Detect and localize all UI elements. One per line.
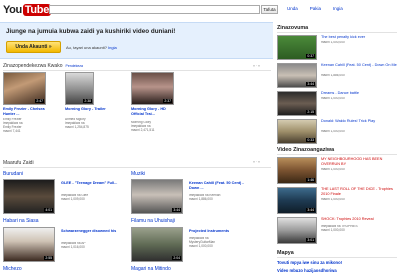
- featured-video-meta-2: Ahmed Mglory imepakiwa na maoni 1,254,87…: [65, 118, 89, 129]
- category-sports[interactable]: Michezo: [3, 266, 22, 272]
- category-film[interactable]: Filamu na Uhuishaji: [131, 218, 175, 224]
- popular-section-title: Maarufu Zaidi: [3, 160, 34, 166]
- sidebar-featured-meta-2: maoni 1,000,000: [321, 198, 345, 201]
- sidebar-popular-thumb-2[interactable]: 3:44: [277, 63, 317, 88]
- sidebar-featured-title-1[interactable]: MY NEIGHBOURHOOD HAS BEEN OVERRUN BY: [321, 157, 397, 167]
- search-button[interactable]: Tafuta: [261, 5, 278, 14]
- featured-title-text: Zinazopendekezwa Kwako: [3, 63, 63, 69]
- featured-video-thumb-1[interactable]: 2:47: [3, 72, 46, 105]
- duration-badge: 3:01: [306, 238, 315, 242]
- duration-badge: 2:15: [306, 110, 315, 114]
- category-video-title-4[interactable]: Projected Instruments: [189, 229, 249, 235]
- sidebar-popular-thumb-3[interactable]: 2:15: [277, 91, 317, 116]
- header-links: Unda Pakia Ingia: [287, 6, 343, 11]
- category-video-meta-4: imepakiwa na MysteryGuitarMan maoni 1,00…: [189, 237, 216, 248]
- duration-badge: 3:44: [172, 208, 181, 212]
- featured-video-thumb-2[interactable]: 2:38: [65, 72, 94, 105]
- banner-question: Au, tayari una akaunti? Ingia: [66, 45, 117, 50]
- featured-video-meta-3: Morning Glory imepakiwa na maoni 2,471,5…: [131, 121, 155, 132]
- youtube-logo[interactable]: You Tube: [3, 3, 52, 17]
- category-video-meta-2: imepakiwa na Keenan maoni 1,886,000: [189, 194, 221, 201]
- category-video-title-3[interactable]: Schwarzenegger disowned his: [61, 229, 123, 239]
- duration-badge: 4:01: [44, 208, 53, 212]
- divider: [3, 167, 271, 168]
- banner-title: Jiunge na jumuia kubwa zaidi ya kushirik…: [6, 28, 176, 35]
- sidebar-popular-meta-4: maoni 1,000,000: [321, 130, 345, 133]
- featured-section-title: Zinazopendekezwa Kwako Pendekeza: [3, 63, 83, 69]
- logo-tube: Tube: [22, 4, 52, 16]
- divider: [277, 257, 397, 258]
- featured-video-thumb-3[interactable]: 2:37: [131, 72, 174, 105]
- sidebar-popular-title: Zinazovuma: [277, 25, 309, 31]
- banner-question-text: Au, tayari una akaunti?: [66, 45, 107, 50]
- duration-badge: 0:33: [306, 138, 315, 142]
- sidebar-featured-meta-1: maoni 1,000,000: [321, 168, 345, 171]
- duration-badge: 2:04: [172, 256, 181, 260]
- popular-controls[interactable]: « · »: [253, 160, 260, 164]
- sidebar-popular-meta-1: maoni 1,000,000: [321, 41, 345, 44]
- sidebar-popular-title-2[interactable]: Keenan Cahill (Feat. 50 Cent) - Down On …: [321, 63, 397, 73]
- logo-you: You: [3, 4, 22, 16]
- duration-badge: 2:37: [163, 99, 172, 103]
- category-thumb-2[interactable]: 3:44: [131, 179, 183, 214]
- category-autos[interactable]: Magari na Mitindo: [131, 266, 171, 272]
- category-video-title-1[interactable]: GLEE - "Teenage Dream" Full...: [61, 181, 123, 191]
- duration-badge: 2:38: [83, 99, 92, 103]
- divider: [3, 70, 271, 71]
- category-news[interactable]: Habari na Siasa: [3, 218, 39, 224]
- featured-video-title-1[interactable]: Emily Frezier - Chelsea Hunter ...: [3, 107, 51, 117]
- duration-badge: 3:44: [306, 82, 315, 86]
- sidebar-popular-title-4[interactable]: Donald: Waldo Rules! Trick Play: [321, 119, 397, 129]
- duration-badge: 3:44: [306, 208, 315, 212]
- featured-sub-link[interactable]: Pendekeza: [65, 64, 83, 68]
- create-link[interactable]: Unda: [287, 6, 298, 11]
- duration-badge: 2:47: [35, 99, 44, 103]
- sidebar-popular-thumb-4[interactable]: 0:33: [277, 119, 317, 144]
- sidebar-featured-thumb-3[interactable]: 3:01: [277, 217, 317, 244]
- create-account-button[interactable]: Unda Akaunti »: [6, 41, 61, 53]
- featured-video-meta-1: Emily Frezier imepakiwa na Emily Frezier…: [3, 118, 23, 133]
- sidebar-featured-title-3[interactable]: SHOCK: Trophies 2010 Reveal: [321, 217, 397, 222]
- divider: [277, 32, 397, 33]
- category-thumb-4[interactable]: 2:04: [131, 227, 183, 262]
- sidebar-popular-meta-3: maoni 1,000,000: [321, 97, 345, 100]
- sidebar-popular-meta-2: maoni 1,886,000: [321, 74, 345, 77]
- sidebar-featured-meta-3: imepakiwa na TROPHIES maoni 1,000,000: [321, 225, 358, 232]
- category-video-meta-3: imepakiwa na AP maoni 1,016,000: [61, 242, 86, 249]
- sidebar-featured-title: Video Zinazoangaziwa: [277, 147, 335, 153]
- upload-link[interactable]: Pakia: [310, 6, 321, 11]
- duration-badge: 0:37: [306, 54, 315, 58]
- divider: [277, 154, 397, 155]
- category-video-title-2[interactable]: Keenan Cahill (Feat. 50 Cent) - Down ...: [189, 181, 249, 191]
- featured-video-title-3[interactable]: Morning Glory - HD Official Trai...: [131, 107, 179, 121]
- category-thumb-3[interactable]: 2:55: [3, 227, 55, 262]
- sidebar-featured-thumb-2[interactable]: 3:44: [277, 187, 317, 214]
- duration-badge: 1:46: [306, 178, 315, 182]
- category-entertainment[interactable]: Burudani: [3, 171, 23, 177]
- duration-badge: 2:55: [44, 256, 53, 260]
- sidebar-new-link[interactable]: Tovuti mpya iwe sinu za mikono!: [277, 260, 342, 265]
- sidebar-featured-thumb-1[interactable]: 1:46: [277, 157, 317, 184]
- featured-controls[interactable]: « · »: [253, 64, 260, 68]
- header: You Tube Tafuta Unda Pakia Ingia: [0, 0, 400, 22]
- sidebar-popular-title-1[interactable]: The best penalty kick ever: [321, 35, 397, 40]
- sidebar-featured-title-2[interactable]: THE LAST ROLL OF THE DICE - Trophies 201…: [321, 187, 397, 197]
- category-video-meta-1: imepakiwa na Glee maoni 1,009,000: [61, 194, 89, 201]
- category-thumb-1[interactable]: 4:01: [3, 179, 55, 214]
- signin-link[interactable]: Ingia: [333, 6, 343, 11]
- signup-banner: Jiunge na jumuia kubwa zaidi ya kushirik…: [0, 22, 273, 59]
- sidebar-more-link[interactable]: Video mbuzo hazijaosdhoriwa: [277, 268, 337, 273]
- sidebar-new-title: Mapya: [277, 250, 294, 256]
- category-music[interactable]: Muziki: [131, 171, 145, 177]
- featured-video-title-2[interactable]: Morning Glory - Trailer: [65, 107, 110, 117]
- banner-login-link[interactable]: Ingia: [108, 45, 117, 50]
- sidebar-popular-thumb-1[interactable]: 0:37: [277, 35, 317, 60]
- search-input[interactable]: [49, 5, 260, 14]
- sidebar-popular-title-3[interactable]: Dreams - Dance battle: [321, 91, 397, 96]
